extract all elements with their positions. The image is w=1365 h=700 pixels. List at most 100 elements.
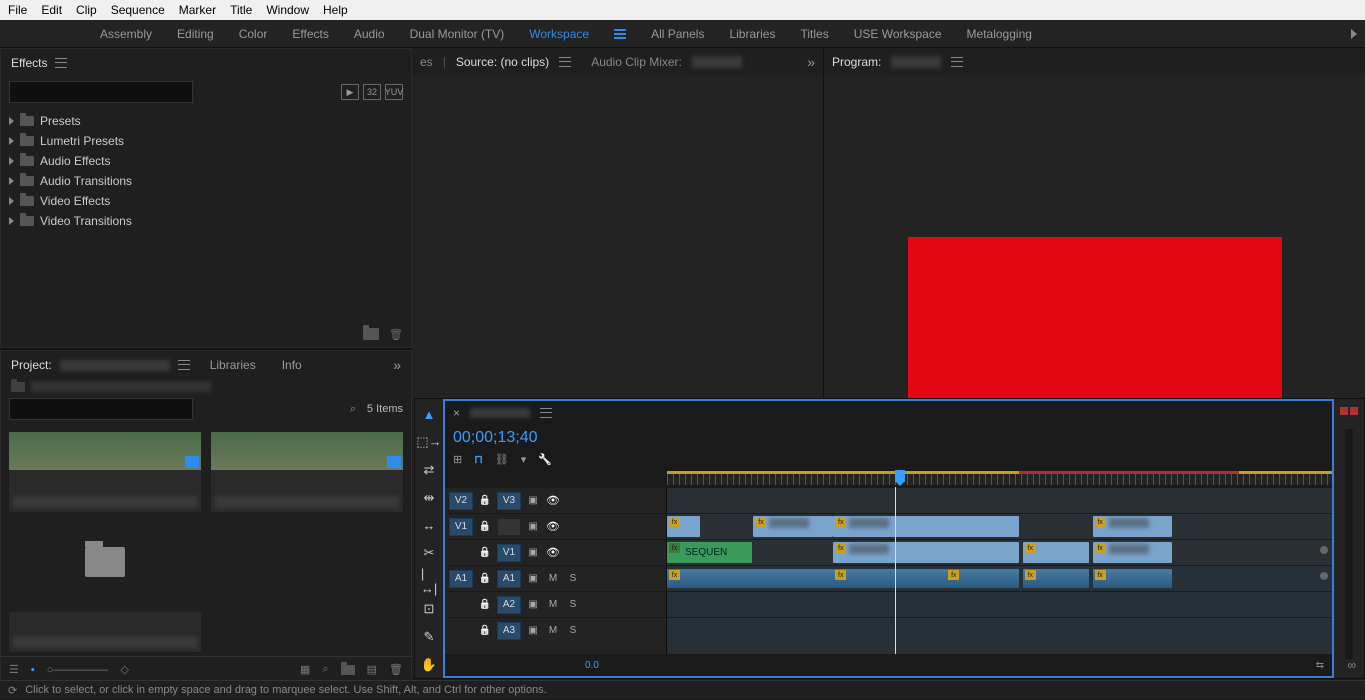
sort-icon[interactable]: ◇ — [120, 663, 128, 676]
audio-clip[interactable]: fx — [1093, 569, 1173, 588]
solo-button[interactable]: S — [565, 599, 581, 610]
lock-icon[interactable] — [477, 521, 493, 532]
track-label[interactable]: A1 — [497, 570, 521, 588]
audio-mixer-tab[interactable]: Audio Clip Mixer: — [591, 55, 682, 69]
ws-menu-icon[interactable] — [614, 29, 626, 39]
trash-icon[interactable] — [389, 663, 403, 676]
menu-clip[interactable]: Clip — [76, 3, 97, 17]
lock-icon[interactable] — [477, 573, 493, 584]
solo-link-icon[interactable]: ∞ — [1347, 658, 1356, 672]
snap-icon[interactable] — [474, 453, 483, 466]
video-clip[interactable]: fx — [1093, 542, 1173, 563]
playhead-line[interactable] — [895, 487, 896, 654]
panel-overflow-icon[interactable]: » — [807, 54, 815, 70]
track-target[interactable]: V1 — [449, 518, 473, 536]
ws-overflow[interactable] — [1351, 29, 1357, 39]
track-header-v2[interactable]: V2 V3 ▣ — [445, 487, 666, 513]
project-clip[interactable] — [211, 432, 403, 512]
menu-marker[interactable]: Marker — [179, 3, 216, 17]
program-tab[interactable]: Program: — [832, 55, 881, 69]
menu-title[interactable]: Title — [230, 3, 252, 17]
ws-metalogging[interactable]: Metalogging — [967, 27, 1032, 41]
ws-use[interactable]: USE Workspace — [854, 27, 942, 41]
marker-icon[interactable]: ▾ — [521, 453, 527, 466]
panel-menu-icon[interactable] — [540, 408, 552, 418]
sync-lock-icon[interactable]: ▣ — [525, 573, 541, 584]
lane-v3[interactable] — [667, 487, 1332, 513]
ws-effects[interactable]: Effects — [292, 27, 328, 41]
eye-icon[interactable] — [545, 494, 561, 507]
ws-allpanels[interactable]: All Panels — [651, 27, 704, 41]
fx-badge-yuv[interactable]: YUV — [385, 84, 403, 100]
project-tab[interactable]: Project: — [11, 354, 52, 376]
lane-v1[interactable]: fxSEQUEN fx fx fx — [667, 539, 1332, 565]
project-bin[interactable] — [9, 522, 201, 602]
video-clip[interactable]: fx — [833, 542, 1019, 563]
automate-icon[interactable]: ▦ — [300, 663, 310, 676]
lock-icon[interactable] — [477, 495, 493, 506]
effects-folder[interactable]: Lumetri Presets — [9, 131, 403, 151]
video-clip[interactable]: fx — [667, 516, 700, 537]
ws-audio[interactable]: Audio — [354, 27, 385, 41]
audio-clip[interactable]: fx — [1023, 569, 1090, 588]
lane-a3[interactable] — [667, 617, 1332, 643]
video-clip[interactable]: fx — [1093, 516, 1173, 537]
ws-libraries[interactable]: Libraries — [729, 27, 775, 41]
panel-menu-icon[interactable] — [559, 57, 571, 67]
effects-folder[interactable]: Video Transitions — [9, 211, 403, 231]
slip-tool[interactable]: |↔| — [421, 573, 437, 589]
eye-icon[interactable] — [545, 546, 561, 559]
lock-icon[interactable] — [477, 599, 493, 610]
ws-editing[interactable]: Editing — [177, 27, 214, 41]
sync-lock-icon[interactable]: ▣ — [525, 625, 541, 636]
selection-tool[interactable]: ▲ — [421, 407, 437, 422]
source-tab-prev[interactable]: es — [420, 55, 433, 69]
panel-overflow-icon[interactable]: » — [393, 357, 401, 373]
ws-workspace[interactable]: Workspace — [529, 27, 589, 41]
ripple-tool[interactable]: ⇄ — [421, 462, 437, 478]
lock-icon[interactable] — [477, 547, 493, 558]
time-ruler[interactable] — [667, 471, 1332, 485]
breadcrumb-icon[interactable] — [11, 382, 25, 392]
linked-sel-icon[interactable]: ⛓ — [495, 453, 509, 466]
libraries-tab[interactable]: Libraries — [210, 358, 256, 372]
panel-menu-icon[interactable] — [55, 58, 67, 68]
effects-search-input[interactable] — [9, 81, 193, 103]
sync-lock-icon[interactable]: ▣ — [525, 495, 541, 506]
project-search-input[interactable] — [9, 398, 193, 420]
slide-tool[interactable]: ⊡ — [421, 601, 437, 617]
ws-dualmonitor[interactable]: Dual Monitor (TV) — [410, 27, 505, 41]
panel-menu-icon[interactable] — [178, 360, 190, 370]
effects-folder[interactable]: Audio Transitions — [9, 171, 403, 191]
mute-button[interactable]: M — [545, 625, 561, 636]
find-icon[interactable]: ⌕ — [345, 403, 361, 416]
track-label[interactable]: V3 — [497, 492, 521, 510]
panel-menu-icon[interactable] — [951, 57, 963, 67]
ws-assembly[interactable]: Assembly — [100, 27, 152, 41]
sync-lock-icon[interactable]: ▣ — [525, 521, 541, 532]
track-header-a2[interactable]: A2 ▣ M S — [445, 591, 666, 617]
effects-folder[interactable]: Presets — [9, 111, 403, 131]
source-tab[interactable]: Source: (no clips) — [456, 55, 549, 69]
solo-button[interactable]: S — [565, 625, 581, 636]
mute-button[interactable]: M — [545, 573, 561, 584]
menu-file[interactable]: File — [8, 3, 27, 17]
menu-window[interactable]: Window — [266, 3, 309, 17]
hand-tool[interactable]: ✋ — [421, 657, 437, 673]
fx-badge-32[interactable]: 32 — [363, 84, 381, 100]
eye-icon[interactable] — [545, 520, 561, 533]
menu-edit[interactable]: Edit — [41, 3, 62, 17]
sync-icon[interactable]: ⇆ — [1316, 660, 1324, 671]
nest-icon[interactable]: ⊞ — [453, 453, 462, 466]
fx-badge-accel[interactable]: ▶ — [341, 84, 359, 100]
new-bin-icon[interactable] — [363, 328, 379, 340]
solo-button[interactable]: S — [565, 573, 581, 584]
video-clip[interactable]: fx — [833, 516, 1019, 537]
mute-button[interactable]: M — [545, 599, 561, 610]
rate-stretch-tool[interactable]: ↔ — [421, 518, 437, 533]
new-item-icon[interactable]: ▤ — [367, 663, 377, 676]
project-clip[interactable] — [9, 612, 201, 652]
find-icon[interactable]: ⌕ — [322, 663, 328, 676]
zoom-slider[interactable]: ○————— — [47, 664, 109, 676]
audio-clip[interactable]: fx — [946, 569, 1019, 588]
